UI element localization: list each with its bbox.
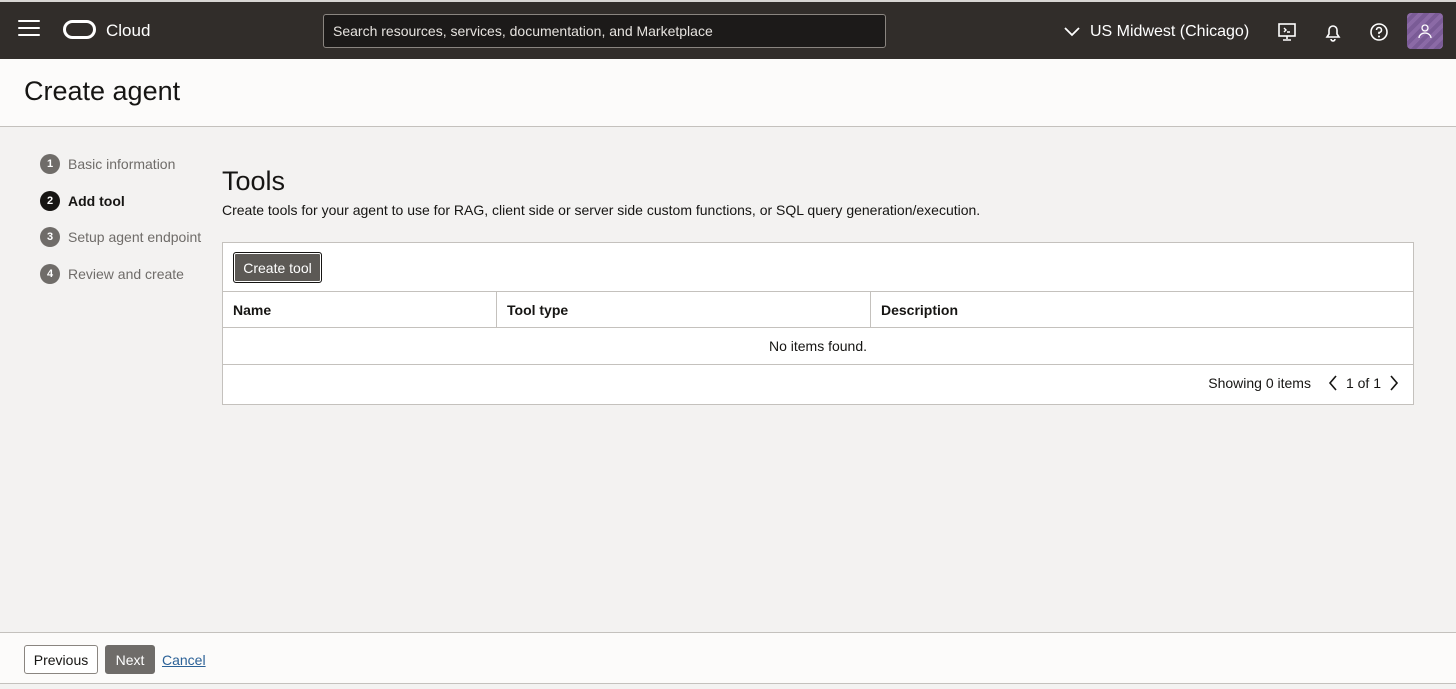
- tools-heading: Tools: [222, 166, 286, 196]
- brand-name[interactable]: Cloud: [106, 21, 150, 41]
- notifications-bell-icon[interactable]: [1322, 21, 1344, 43]
- wizard-steps: 1 Basic information 2 Add tool 3 Setup a…: [40, 154, 201, 300]
- region-selector[interactable]: US Midwest (Chicago): [1064, 19, 1249, 45]
- create-tool-button[interactable]: Create tool: [233, 252, 322, 283]
- pagination: Showing 0 items 1 of 1: [1208, 375, 1399, 391]
- step-number: 1: [40, 154, 60, 174]
- column-header-tool-type[interactable]: Tool type: [497, 292, 871, 327]
- step-number: 4: [40, 263, 60, 284]
- chevron-down-icon: [1064, 27, 1080, 37]
- cancel-link[interactable]: Cancel: [162, 652, 206, 668]
- search-input[interactable]: [323, 14, 886, 48]
- menu-icon[interactable]: [18, 20, 40, 40]
- step-review-and-create[interactable]: 4 Review and create: [40, 263, 201, 284]
- step-label: Review and create: [68, 265, 184, 282]
- empty-message: No items found.: [223, 328, 1413, 365]
- step-label: Basic information: [68, 156, 176, 172]
- step-number: 2: [40, 190, 60, 211]
- oracle-logo[interactable]: [63, 20, 96, 39]
- column-header-name[interactable]: Name: [223, 292, 497, 327]
- previous-button[interactable]: Previous: [24, 645, 98, 674]
- next-button[interactable]: Next: [105, 645, 155, 674]
- step-setup-agent-endpoint[interactable]: 3 Setup agent endpoint: [40, 227, 201, 247]
- tools-table: Create tool Name Tool type Description N…: [222, 242, 1414, 405]
- top-navigation-bar: Cloud US Midwest (Chicago): [0, 0, 1456, 59]
- step-label: Setup agent endpoint: [68, 229, 202, 245]
- cloud-shell-icon[interactable]: [1276, 21, 1298, 43]
- table-header: Name Tool type Description: [223, 291, 1413, 328]
- item-count: Showing 0 items: [1208, 375, 1311, 391]
- footer-actions: Previous Next Cancel: [0, 632, 1456, 684]
- help-icon[interactable]: [1368, 21, 1390, 43]
- page-title: Create agent: [24, 76, 181, 106]
- user-avatar-icon[interactable]: [1407, 13, 1443, 49]
- column-header-description[interactable]: Description: [871, 292, 1413, 327]
- page-indicator: 1 of 1: [1345, 375, 1381, 391]
- region-label: US Midwest (Chicago): [1090, 23, 1250, 40]
- step-add-tool[interactable]: 2 Add tool: [40, 190, 201, 211]
- step-number: 3: [40, 227, 60, 247]
- tools-description: Create tools for your agent to use for R…: [222, 202, 981, 218]
- page-header: Create agent: [0, 59, 1456, 127]
- next-page-icon[interactable]: [1389, 375, 1399, 391]
- step-basic-information[interactable]: 1 Basic information: [40, 154, 201, 174]
- previous-page-icon[interactable]: [1328, 375, 1338, 391]
- step-label: Add tool: [68, 192, 125, 209]
